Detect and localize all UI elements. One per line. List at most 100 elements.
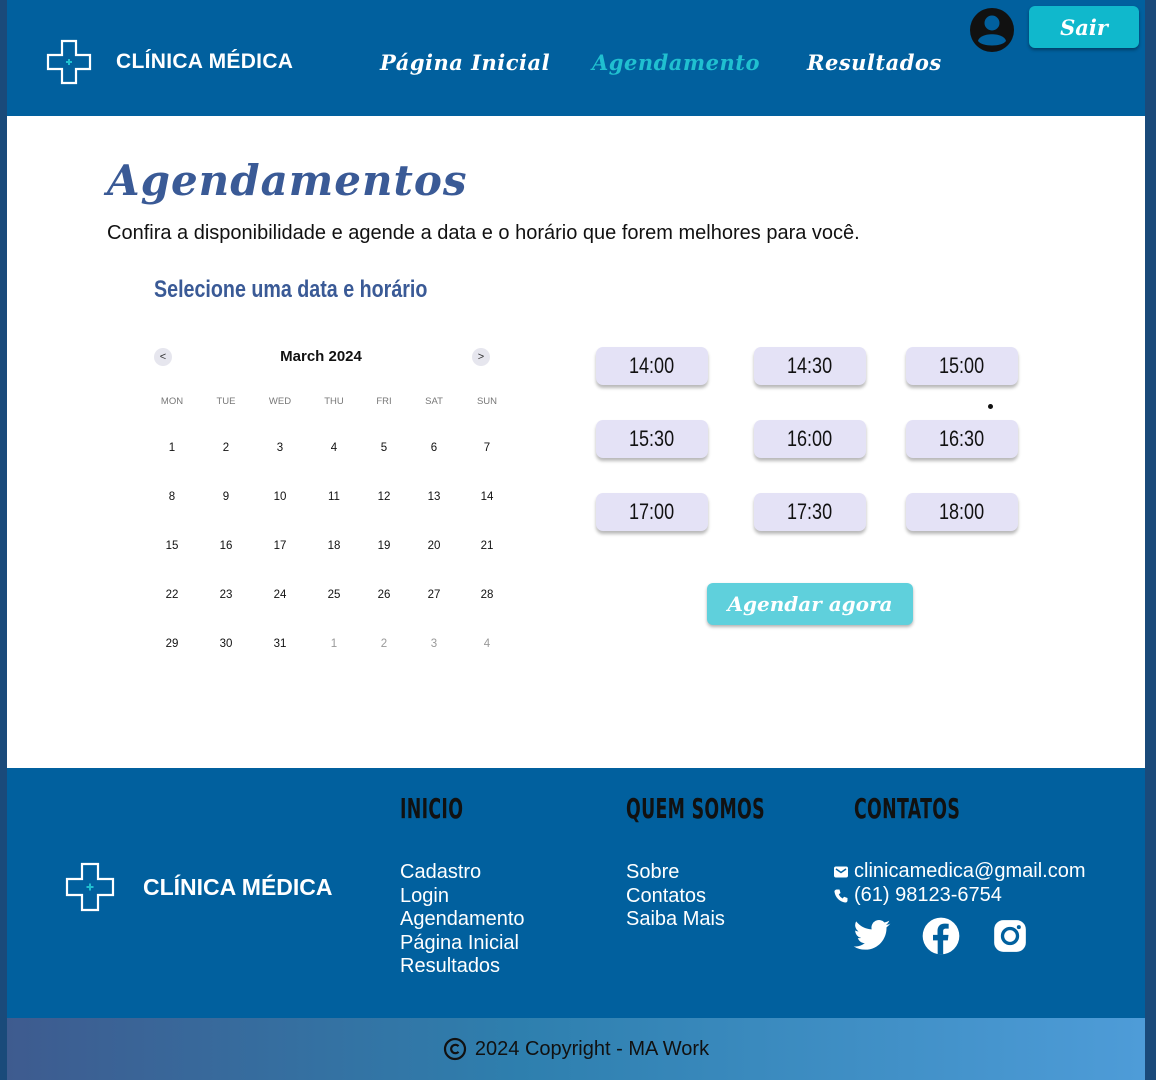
nav-resultados[interactable]: Resultados [807,50,942,75]
time-slot-label: 15:30 [629,426,675,451]
calendar-day[interactable]: 13 [414,482,454,512]
time-slot-label: 15:00 [939,353,985,378]
calendar-day[interactable]: 2 [364,629,404,659]
calendar-weekday: SUN [476,396,498,407]
footer-link-agendamento[interactable]: Agendamento [400,908,525,932]
copyright-text: 2024 Copyright - MA Work [474,1037,710,1060]
footer-link-login[interactable]: Login [400,885,525,909]
calendar-next-button[interactable]: > [472,348,490,366]
time-slot-button[interactable]: 16:00 [754,420,866,458]
brand-name: CLÍNICA MÉDICA [116,50,294,73]
calendar-day[interactable]: 24 [260,580,300,610]
calendar-day[interactable]: 29 [152,629,192,659]
calendar-day[interactable]: 1 [314,629,354,659]
calendar-day[interactable]: 30 [206,629,246,659]
calendar-day[interactable]: 26 [364,580,404,610]
footer-heading-quem-somos: QUEM SOMOS [626,792,765,825]
calendar-day[interactable]: 18 [314,531,354,561]
time-slot-label: 18:00 [939,499,985,524]
main-content: Agendamentos Confira a disponibilidade e… [7,116,1145,768]
twitter-icon[interactable] [852,916,892,956]
copyright-icon [443,1037,467,1061]
time-slot-label: 17:00 [629,499,675,524]
time-slot-button[interactable]: 14:30 [754,347,866,385]
time-slot-button[interactable]: 15:30 [596,420,708,458]
calendar-day[interactable]: 16 [206,531,246,561]
calendar-weekday: WED [268,396,292,407]
calendar-day[interactable]: 17 [260,531,300,561]
calendar-day[interactable]: 19 [364,531,404,561]
time-slot-label: 14:00 [629,353,675,378]
calendar-weekday: THU [324,396,344,407]
calendar-day[interactable]: 27 [414,580,454,610]
time-slot-button[interactable]: 16:30 [906,420,1018,458]
mail-icon [834,866,848,877]
calendar-day[interactable]: 8 [152,482,192,512]
phone-icon [834,889,848,903]
calendar-day[interactable]: 10 [260,482,300,512]
cursor-dot [988,404,993,409]
user-avatar-icon[interactable] [969,7,1015,53]
calendar-day[interactable]: 2 [206,433,246,463]
calendar-day[interactable]: 1 [152,433,192,463]
calendar-weekday: MON [160,396,184,407]
instagram-icon[interactable] [990,916,1030,956]
calendar-day[interactable]: 4 [467,629,507,659]
calendar-day[interactable]: 14 [467,482,507,512]
calendar-day[interactable]: 3 [260,433,300,463]
contact-email-text: clinicamedica@gmail.com [854,860,1086,882]
calendar-day[interactable]: 22 [152,580,192,610]
calendar-day[interactable]: 21 [467,531,507,561]
calendar-day[interactable]: 11 [314,482,354,512]
footer-link-sobre[interactable]: Sobre [626,861,725,885]
calendar-day[interactable]: 15 [152,531,192,561]
calendar-day[interactable]: 5 [364,433,404,463]
calendar-day[interactable]: 6 [414,433,454,463]
time-slot-label: 16:30 [939,426,985,451]
copyright-bar: 2024 Copyright - MA Work [7,1018,1145,1080]
calendar-day[interactable]: 7 [467,433,507,463]
brand-logo[interactable]: CLÍNICA MÉDICA [45,38,293,86]
footer-link-resultados[interactable]: Resultados [400,955,525,979]
calendar-month: March 2024 [280,348,362,365]
footer-heading-contatos: CONTATOS [854,792,961,825]
calendar-day[interactable]: 31 [260,629,300,659]
footer: CLÍNICA MÉDICA INICIO QUEM SOMOS CONTATO… [7,768,1145,1018]
footer-heading-inicio: INICIO [400,792,464,825]
calendar-day[interactable]: 9 [206,482,246,512]
time-slot-label: 17:30 [787,499,833,524]
footer-link-contatos[interactable]: Contatos [626,885,725,909]
nav-pagina-inicial[interactable]: Página Inicial [380,50,550,75]
header: CLÍNICA MÉDICA Página Inicial Agendament… [7,0,1145,116]
calendar-day[interactable]: 12 [364,482,404,512]
medical-cross-icon [65,862,115,912]
medical-cross-icon [46,39,92,85]
footer-brand-logo[interactable]: CLÍNICA MÉDICA [64,861,333,913]
nav-agendamento[interactable]: Agendamento [592,50,760,75]
calendar-day[interactable]: 25 [314,580,354,610]
calendar-weekday: TUE [216,396,236,407]
footer-link-saiba-mais[interactable]: Saiba Mais [626,908,725,932]
contact-email[interactable]: clinicamedica@gmail.com [833,860,1085,883]
facebook-icon[interactable] [921,916,961,956]
book-now-button[interactable]: Agendar agora [707,583,913,625]
footer-link-cadastro[interactable]: Cadastro [400,861,525,885]
time-slot-button[interactable]: 15:00 [906,347,1018,385]
calendar-day[interactable]: 3 [414,629,454,659]
calendar-day[interactable]: 28 [467,580,507,610]
calendar-day[interactable]: 20 [414,531,454,561]
calendar-weekday: FRI [376,396,392,407]
section-title: Selecione uma data e horário [154,276,428,303]
time-slot-button[interactable]: 18:00 [906,493,1018,531]
logout-button[interactable]: Sair [1029,6,1139,48]
footer-links-quem-somos: Sobre Contatos Saiba Mais [626,861,725,932]
footer-brand-name: CLÍNICA MÉDICA [143,873,333,900]
footer-link-pagina-inicial[interactable]: Página Inicial [400,932,525,956]
time-slot-button[interactable]: 17:30 [754,493,866,531]
calendar-day[interactable]: 23 [206,580,246,610]
time-slot-button[interactable]: 14:00 [596,347,708,385]
time-slot-button[interactable]: 17:00 [596,493,708,531]
calendar-day[interactable]: 4 [314,433,354,463]
page-title: Agendamentos [107,156,468,205]
contact-phone[interactable]: (61) 98123-6754 [833,884,1002,907]
